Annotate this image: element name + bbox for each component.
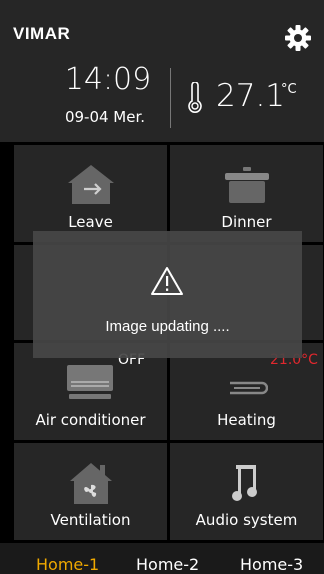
radiator-icon: [230, 381, 268, 395]
house-exit-icon: [68, 165, 114, 204]
air-conditioner-icon: [67, 365, 113, 399]
tile-ventilation[interactable]: Ventilation: [14, 443, 167, 540]
tile-label: Ventilation: [50, 511, 131, 529]
tab-home-1[interactable]: Home-1: [36, 555, 99, 574]
tile-label: Air conditioner: [35, 411, 146, 429]
footer-tabs: Home-1 Home-2 Home-3: [0, 543, 324, 574]
tab-home-3[interactable]: Home-3: [240, 555, 303, 574]
header-panel: VIMAR 14:09 09-04 Mer. 27.1 °C: [0, 0, 324, 142]
header-divider: [170, 68, 171, 128]
overlay-message: Image updating ....: [105, 318, 230, 335]
brand-logo: VIMAR: [13, 24, 71, 43]
cooking-pot-icon: [225, 167, 269, 203]
tab-home-2[interactable]: Home-2: [136, 555, 199, 574]
image-updating-dialog: Image updating ....: [33, 231, 302, 358]
tile-label: Leave: [68, 213, 113, 231]
music-note-icon: [232, 465, 257, 501]
temperature-unit: °C: [281, 82, 297, 97]
clock-date: 09-04 Mer.: [64, 108, 146, 126]
gear-icon[interactable]: [284, 24, 312, 52]
tile-leave[interactable]: Leave: [14, 145, 167, 242]
temperature-value: 27.1: [216, 78, 286, 114]
tile-label: Dinner: [221, 213, 272, 231]
warning-icon: [151, 267, 183, 295]
house-fan-icon: [70, 463, 112, 504]
clock-time: 14:09: [64, 62, 152, 97]
tile-dinner[interactable]: Dinner: [170, 145, 323, 242]
tile-audio-system[interactable]: Audio system: [170, 443, 323, 540]
tile-label: Audio system: [195, 511, 298, 529]
thermometer-icon: [188, 82, 202, 113]
tile-label: Heating: [217, 411, 276, 429]
